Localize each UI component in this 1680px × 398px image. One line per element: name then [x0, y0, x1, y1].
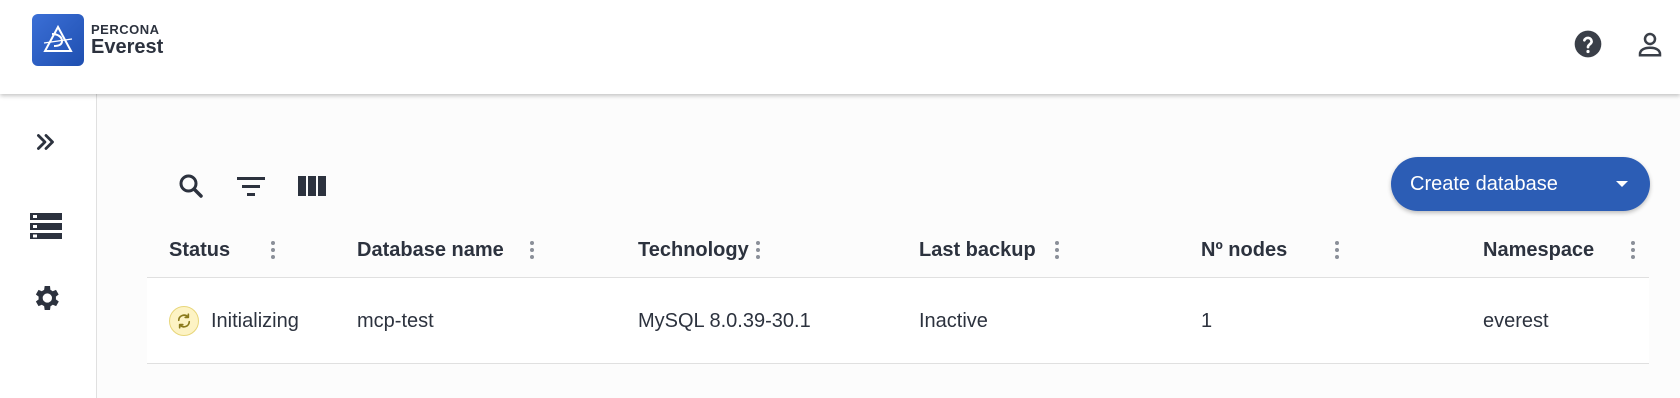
dropdown-caret-icon[interactable]	[1616, 181, 1628, 187]
column-menu-icon[interactable]	[1327, 240, 1347, 260]
namespace-cell: everest	[1483, 309, 1549, 332]
column-header-nodes[interactable]: Nº nodes	[1201, 222, 1287, 278]
search-icon[interactable]	[173, 168, 209, 204]
brand-product: Everest	[91, 36, 164, 58]
brand-company: PERCONA	[91, 22, 160, 37]
column-header-status[interactable]: Status	[169, 222, 230, 278]
status-text: Initializing	[211, 309, 299, 332]
database-name-cell[interactable]: mcp-test	[357, 278, 434, 364]
main-content: Create database Status Database name Tec…	[97, 94, 1680, 398]
help-icon[interactable]	[1570, 26, 1606, 62]
side-navigation	[0, 94, 97, 398]
column-menu-icon[interactable]	[522, 240, 542, 260]
databases-table: Status Database name Technology Last bac…	[147, 222, 1649, 364]
create-database-label: Create database	[1410, 172, 1558, 195]
nodes-cell: 1	[1201, 309, 1213, 332]
last-backup-cell: Inactive	[919, 309, 988, 332]
column-header-last-backup[interactable]: Last backup	[919, 222, 1036, 278]
column-menu-icon[interactable]	[263, 240, 283, 260]
databases-nav-icon[interactable]	[26, 206, 66, 246]
filter-icon[interactable]	[233, 168, 269, 204]
create-database-button[interactable]: Create database	[1391, 157, 1650, 211]
settings-gear-icon[interactable]	[26, 278, 66, 318]
expand-sidebar-icon[interactable]	[26, 122, 66, 162]
top-app-bar: PERCONA Everest	[0, 0, 1680, 94]
everest-logo-icon	[32, 14, 84, 66]
column-menu-icon[interactable]	[748, 240, 768, 260]
status-cell: Initializing	[169, 278, 299, 364]
table-row[interactable]: Initializing mcp-test MySQL 8.0.39-30.1 …	[147, 278, 1649, 364]
initializing-sync-icon	[169, 306, 199, 336]
column-header-namespace[interactable]: Namespace	[1483, 222, 1594, 278]
column-header-technology[interactable]: Technology	[638, 222, 749, 278]
table-header: Status Database name Technology Last bac…	[147, 222, 1649, 278]
account-icon[interactable]	[1632, 26, 1668, 62]
column-header-database-name[interactable]: Database name	[357, 222, 504, 278]
column-menu-icon[interactable]	[1047, 240, 1067, 260]
column-menu-icon[interactable]	[1623, 240, 1643, 260]
technology-cell: MySQL 8.0.39-30.1	[638, 309, 811, 332]
brand-logo[interactable]: PERCONA Everest	[32, 14, 163, 66]
view-columns-icon[interactable]	[294, 168, 330, 204]
